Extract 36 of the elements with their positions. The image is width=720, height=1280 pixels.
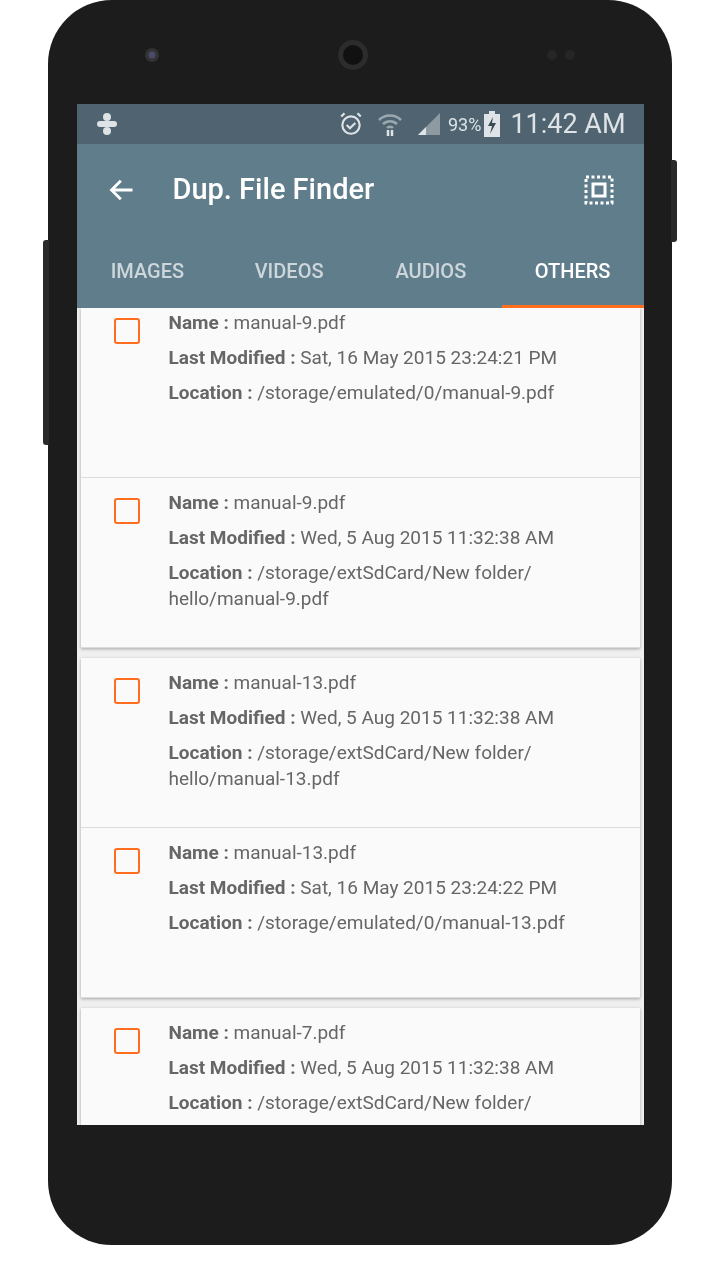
file-detail: Name : manual-7.pdf: [168, 1020, 347, 1046]
category-tab[interactable]: AUDIOS: [360, 236, 502, 308]
camera-icon: [144, 47, 160, 63]
app-notification-icon: [94, 112, 119, 136]
checkbox[interactable]: [113, 678, 140, 704]
app-title: Dup. File Finder: [172, 171, 376, 209]
speaker-icon: [337, 39, 369, 71]
file-detail: Last Modified : Wed, 5 Aug 2015 11:32:38 AM: [168, 705, 556, 731]
category-tab[interactable]: IMAGES: [76, 236, 219, 308]
checkbox[interactable]: [113, 848, 140, 874]
battery-charging-icon: [484, 111, 501, 137]
file-detail: Location : /storage/emulated/0/manual-13.pdf: [168, 910, 566, 936]
clock-time: 11:42 AM: [510, 106, 626, 142]
file-card[interactable]: Name : manual-7.pdf Last Modified : Wed, 5 Aug 2015 11:32:38 AM Location : /storage/extSdCard/New folder/: [80, 1008, 640, 1125]
checkbox[interactable]: [113, 1028, 140, 1054]
file-card[interactable]: Name : manual-13.pdf Last Modified : Wed, 5 Aug 2015 11:32:38 AM Location : /storage/extSdCard/New folder/ hello/manual-13.pdf: [80, 658, 640, 828]
file-detail: Name : manual-13.pdf: [168, 840, 358, 866]
select-all-icon: [583, 175, 614, 205]
file-detail: Name : manual-9.pdf: [168, 490, 347, 516]
file-detail: Last Modified : Sat, 16 May 2015 23:24:22 PM: [168, 875, 559, 901]
file-detail: Last Modified : Wed, 5 Aug 2015 11:32:38 AM: [168, 525, 556, 551]
file-detail: Name : manual-9.pdf: [168, 310, 347, 336]
file-detail: Last Modified : Wed, 5 Aug 2015 11:32:38 AM: [168, 1055, 556, 1081]
checkbox[interactable]: [113, 498, 140, 524]
file-card[interactable]: Name : manual-13.pdf Last Modified : Sat, 16 May 2015 23:24:22 PM Location : /storage/emulated/0/manual-13.pdf: [80, 828, 640, 998]
file-card[interactable]: Name : manual-9.pdf Last Modified : Sat, 16 May 2015 23:24:21 PM Location : /storage/emulated/0/manual-9.pdf: [80, 308, 640, 478]
file-detail: Location : /storage/emulated/0/manual-9.pdf: [168, 380, 556, 406]
battery-percent: 93%: [447, 112, 482, 137]
file-detail: Name : manual-13.pdf: [168, 670, 358, 696]
file-detail: Location : /storage/extSdCard/New folder/: [168, 1090, 533, 1116]
checkbox[interactable]: [113, 318, 140, 344]
file-card[interactable]: Name : manual-9.pdf Last Modified : Wed, 5 Aug 2015 11:32:38 AM Location : /storage/extSdCard/New folder/ hello/manual-9.pdf: [80, 478, 640, 648]
file-detail: Last Modified : Sat, 16 May 2015 23:24:21 PM: [168, 345, 559, 371]
category-tab[interactable]: VIDEOS: [218, 236, 360, 308]
file-detail: Location : /storage/extSdCard/New folder/ hello/manual-13.pdf: [168, 740, 533, 792]
file-detail: Location : /storage/extSdCard/New folder/ hello/manual-9.pdf: [168, 560, 533, 612]
